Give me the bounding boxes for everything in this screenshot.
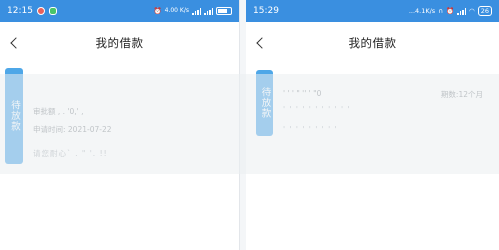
- status-tag: 待放款: [5, 68, 23, 164]
- wechat-icon: [48, 7, 57, 15]
- loan-card[interactable]: 待放款 审批额 , . '0,' , 申请时间: 2021-07-22 请您耐心…: [5, 68, 239, 164]
- loan-info-line: ' ' ' " '' ' "0: [283, 89, 322, 98]
- right-phone-screen: 15:29 ...4.1K/s ∩ ⏰ ◠ 26 我的借款 待放款 ' ' ' …: [246, 0, 499, 250]
- page-title: 我的借款: [95, 36, 144, 50]
- status-time: 15:29: [253, 6, 279, 16]
- loan-detail-line: ' ' ' ' ' ' ' ' ' ' ': [283, 105, 351, 114]
- approved-amount: 审批额 , . '0,' ,: [33, 107, 84, 116]
- wait-notice: 请您耐心` . " '. !!: [33, 149, 108, 158]
- wait-notice: ' ' ' ' ' ' ' ' ': [283, 125, 338, 134]
- battery-level: 26: [477, 6, 492, 16]
- network-speed: 4.00 K/s: [164, 7, 189, 14]
- signal-icon: [192, 7, 201, 15]
- left-phone-screen: 12:15 ⏰ 4.00 K/s 我的借款 待放款 审批额 , . '0,' ,…: [0, 0, 240, 250]
- apply-date: 申请时间: 2021-07-22: [33, 125, 112, 134]
- status-bar: 12:15 ⏰ 4.00 K/s: [0, 0, 239, 22]
- signal-icon: [457, 7, 467, 15]
- signal-icon-2: [204, 7, 213, 15]
- status-tag: 待放款: [256, 70, 273, 136]
- back-icon[interactable]: [252, 35, 268, 51]
- status-bar: 15:29 ...4.1K/s ∩ ⏰ ◠ 26: [246, 0, 499, 22]
- loan-card[interactable]: 待放款 ' ' ' " '' ' "0 期数:12个月 ' ' ' ' ' ' …: [256, 70, 499, 142]
- nav-bar: 我的借款: [0, 22, 239, 64]
- notification-app-icon: [36, 7, 45, 15]
- alarm-icon: ⏰: [445, 7, 455, 15]
- page-title: 我的借款: [348, 36, 397, 50]
- back-icon[interactable]: [6, 35, 22, 51]
- nav-bar: 我的借款: [246, 22, 499, 64]
- battery-icon: [216, 7, 232, 15]
- loan-term: 期数:12个月: [440, 90, 483, 99]
- wifi-icon: ◠: [469, 7, 475, 15]
- headphone-icon: ∩: [438, 7, 443, 15]
- network-speed: ...4.1K/s: [408, 7, 436, 15]
- status-time: 12:15: [7, 6, 33, 16]
- alarm-icon: ⏰: [153, 7, 162, 15]
